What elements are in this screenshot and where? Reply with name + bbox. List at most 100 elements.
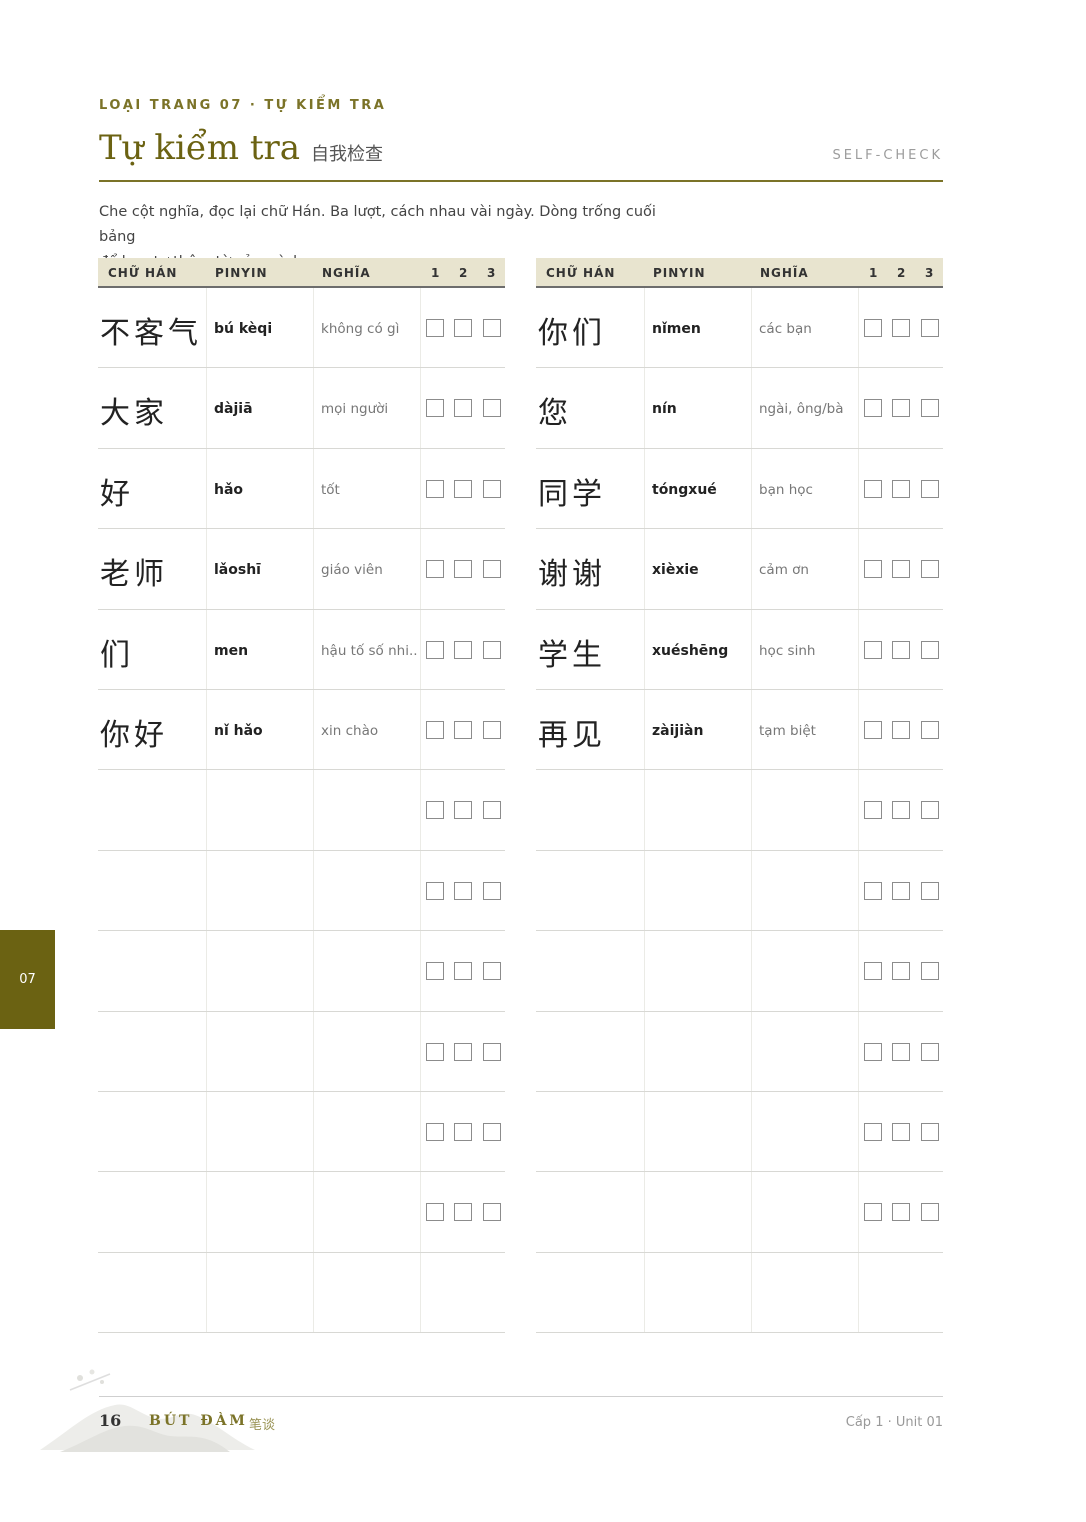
review-checkbox-2[interactable] <box>454 801 472 820</box>
review-checkbox-3[interactable] <box>483 1122 501 1141</box>
column-header-hanzi: CHỮ HÁN <box>546 266 616 280</box>
review-checkbox-1[interactable] <box>426 1042 444 1061</box>
column-separator <box>644 689 645 770</box>
review-checkbox-3[interactable] <box>921 399 939 418</box>
review-checkbox-1[interactable] <box>864 720 882 739</box>
table-row: 学生 xuéshēng học sinh <box>536 609 943 690</box>
review-checkbox-2[interactable] <box>454 1203 472 1222</box>
review-checkbox-1[interactable] <box>426 1122 444 1141</box>
column-separator <box>858 609 859 689</box>
review-checkbox-2[interactable] <box>454 1042 472 1061</box>
brand-name: BÚT ĐÀM <box>149 1413 248 1429</box>
review-checkbox-1[interactable] <box>864 1042 882 1061</box>
review-checkbox-2[interactable] <box>454 962 472 981</box>
review-checkbox-3[interactable] <box>921 1122 939 1141</box>
review-checkbox-1[interactable] <box>426 962 444 981</box>
table-header: CHỮ HÁN PINYIN NGHĨA 1 2 3 <box>98 258 505 288</box>
review-checkbox-1[interactable] <box>864 1203 882 1222</box>
review-checkbox-3[interactable] <box>921 640 939 659</box>
review-checkbox-3[interactable] <box>921 560 939 579</box>
review-checkbox-1[interactable] <box>426 1203 444 1222</box>
review-checkbox-2[interactable] <box>892 640 910 659</box>
review-checkbox-1[interactable] <box>426 640 444 659</box>
level-unit-label: Cấp 1 · Unit 01 <box>845 1415 943 1430</box>
title-row: Tự kiểm tra 自我检查 SELF-CHECK <box>99 126 943 172</box>
blank-row <box>536 770 943 851</box>
review-checkbox-3[interactable] <box>483 962 501 981</box>
review-checkbox-1[interactable] <box>864 479 882 498</box>
column-separator <box>644 931 645 1011</box>
review-checkbox-2[interactable] <box>454 1122 472 1141</box>
column-separator <box>751 850 752 931</box>
column-separator <box>313 368 314 448</box>
column-separator <box>858 1011 859 1091</box>
review-checkbox-1[interactable] <box>864 399 882 418</box>
review-checkbox-2[interactable] <box>892 1042 910 1061</box>
review-checkbox-3[interactable] <box>483 479 501 498</box>
review-checkbox-3[interactable] <box>483 720 501 739</box>
review-checkbox-1[interactable] <box>426 560 444 579</box>
review-checkbox-3[interactable] <box>483 399 501 418</box>
review-checkbox-3[interactable] <box>483 801 501 820</box>
review-checkbox-2[interactable] <box>892 479 910 498</box>
column-separator <box>313 529 314 609</box>
blank-row <box>536 931 943 1012</box>
review-checkbox-2[interactable] <box>454 479 472 498</box>
column-separator <box>313 1252 314 1333</box>
review-checkbox-1[interactable] <box>864 560 882 579</box>
review-checkbox-2[interactable] <box>892 720 910 739</box>
pinyin-cell: nǐmen <box>652 321 701 337</box>
hanzi-cell: 你好 <box>100 717 168 753</box>
review-checkbox-3[interactable] <box>483 319 501 337</box>
review-checkbox-3[interactable] <box>921 319 939 337</box>
review-checkbox-3[interactable] <box>921 479 939 498</box>
pinyin-cell: tóngxué <box>652 481 717 498</box>
review-checkbox-2[interactable] <box>454 640 472 659</box>
review-checkbox-2[interactable] <box>892 962 910 981</box>
table-row: 您 nín ngài, ông/bà <box>536 368 943 449</box>
review-checkbox-1[interactable] <box>426 881 444 900</box>
review-checkbox-1[interactable] <box>864 640 882 659</box>
column-separator <box>858 1172 859 1252</box>
review-checkbox-3[interactable] <box>921 1042 939 1061</box>
review-checkbox-2[interactable] <box>454 319 472 337</box>
review-checkbox-3[interactable] <box>921 1203 939 1222</box>
review-checkbox-1[interactable] <box>864 962 882 981</box>
review-checkbox-1[interactable] <box>864 801 882 820</box>
review-checkbox-3[interactable] <box>483 1203 501 1222</box>
review-checkbox-3[interactable] <box>921 720 939 739</box>
review-checkbox-3[interactable] <box>483 640 501 659</box>
review-checkbox-1[interactable] <box>426 720 444 739</box>
review-checkbox-3[interactable] <box>483 881 501 900</box>
review-checkbox-2[interactable] <box>892 801 910 820</box>
review-checkbox-3[interactable] <box>921 962 939 981</box>
review-checkbox-3[interactable] <box>483 1042 501 1061</box>
review-checkbox-1[interactable] <box>426 479 444 498</box>
table-header: CHỮ HÁN PINYIN NGHĨA 1 2 3 <box>536 258 943 288</box>
column-separator <box>751 1011 752 1091</box>
review-checkbox-1[interactable] <box>426 319 444 337</box>
review-checkbox-1[interactable] <box>864 319 882 337</box>
review-checkbox-3[interactable] <box>921 881 939 900</box>
column-header-pass-2: 2 <box>897 266 907 280</box>
column-separator <box>206 288 207 368</box>
review-checkbox-1[interactable] <box>864 1122 882 1141</box>
review-checkbox-2[interactable] <box>892 1203 910 1222</box>
review-checkbox-2[interactable] <box>892 399 910 418</box>
review-checkbox-3[interactable] <box>483 560 501 579</box>
review-checkbox-2[interactable] <box>892 560 910 579</box>
review-checkbox-2[interactable] <box>892 319 910 337</box>
review-checkbox-1[interactable] <box>426 399 444 418</box>
review-checkbox-2[interactable] <box>892 881 910 900</box>
review-checkbox-2[interactable] <box>454 881 472 900</box>
column-separator <box>420 1091 421 1172</box>
review-checkbox-1[interactable] <box>864 881 882 900</box>
column-separator <box>313 850 314 931</box>
review-checkbox-2[interactable] <box>892 1122 910 1141</box>
review-checkbox-3[interactable] <box>921 801 939 820</box>
review-checkbox-2[interactable] <box>454 560 472 579</box>
review-checkbox-1[interactable] <box>426 801 444 820</box>
review-checkbox-2[interactable] <box>454 720 472 739</box>
review-checkbox-2[interactable] <box>454 399 472 418</box>
column-separator <box>206 931 207 1011</box>
